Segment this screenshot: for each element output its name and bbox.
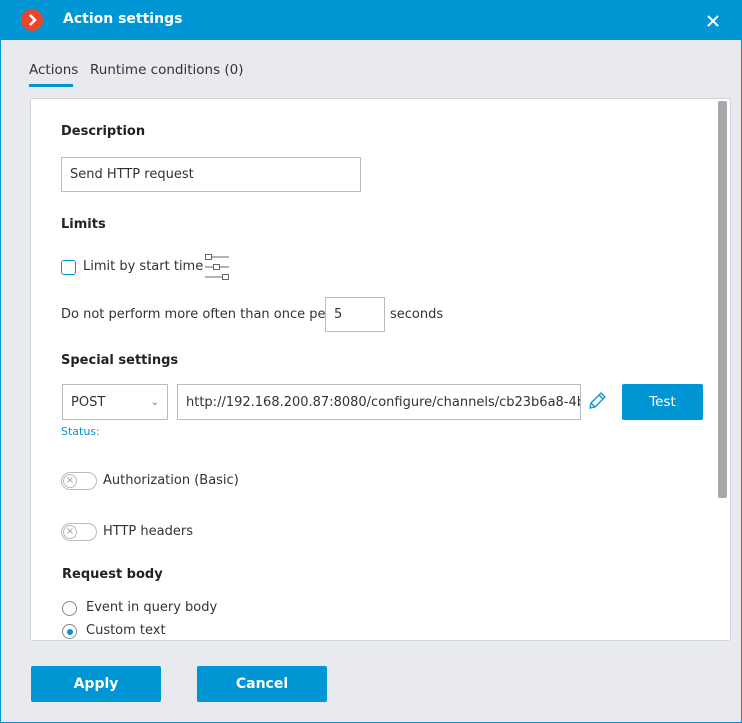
event-in-query-body-label: Event in query body bbox=[86, 600, 218, 615]
event-in-query-body-radio[interactable] bbox=[62, 601, 77, 616]
active-tab-indicator bbox=[29, 84, 73, 87]
toggle-off-icon: × bbox=[63, 525, 77, 539]
limit-by-start-time-checkbox[interactable] bbox=[61, 260, 76, 275]
description-heading: Description bbox=[61, 124, 146, 139]
description-input[interactable]: Send HTTP request bbox=[61, 157, 361, 192]
http-headers-label: HTTP headers bbox=[103, 524, 193, 539]
close-icon[interactable] bbox=[706, 9, 720, 33]
tab-actions[interactable]: Actions bbox=[29, 62, 78, 78]
actions-panel: Description Send HTTP request Limits Lim… bbox=[30, 98, 731, 641]
schedule-settings-icon[interactable] bbox=[203, 253, 231, 285]
custom-text-label: Custom text bbox=[86, 623, 166, 638]
title-bar: Action settings bbox=[0, 0, 742, 40]
custom-text-radio[interactable] bbox=[62, 624, 77, 639]
frequency-suffix: seconds bbox=[390, 307, 444, 322]
limit-by-start-time-label: Limit by start time bbox=[83, 259, 204, 274]
test-button[interactable]: Test bbox=[622, 384, 703, 420]
frequency-seconds-input[interactable]: 5 bbox=[325, 297, 385, 332]
apply-button[interactable]: Apply bbox=[31, 666, 161, 702]
http-method-select[interactable]: POST ⌄ bbox=[62, 384, 168, 420]
pencil-icon[interactable] bbox=[587, 391, 607, 415]
window-title: Action settings bbox=[63, 11, 183, 27]
chevron-down-icon: ⌄ bbox=[150, 396, 159, 408]
cancel-button[interactable]: Cancel bbox=[197, 666, 327, 702]
authorization-toggle[interactable]: × bbox=[61, 472, 97, 490]
scrollbar[interactable] bbox=[718, 101, 727, 498]
special-settings-heading: Special settings bbox=[61, 353, 179, 368]
url-input[interactable]: http://192.168.200.87:8080/configure/cha… bbox=[177, 384, 581, 420]
toggle-off-icon: × bbox=[63, 474, 77, 488]
request-body-heading: Request body bbox=[62, 567, 163, 582]
tab-runtime-conditions[interactable]: Runtime conditions (0) bbox=[90, 62, 244, 78]
http-headers-toggle[interactable]: × bbox=[61, 523, 97, 541]
status-label: Status: bbox=[61, 425, 100, 438]
app-logo-icon bbox=[21, 9, 43, 31]
http-method-value: POST bbox=[71, 394, 106, 410]
authorization-label: Authorization (Basic) bbox=[103, 473, 239, 488]
limits-heading: Limits bbox=[61, 217, 106, 232]
frequency-prefix: Do not perform more often than once per bbox=[61, 307, 331, 322]
